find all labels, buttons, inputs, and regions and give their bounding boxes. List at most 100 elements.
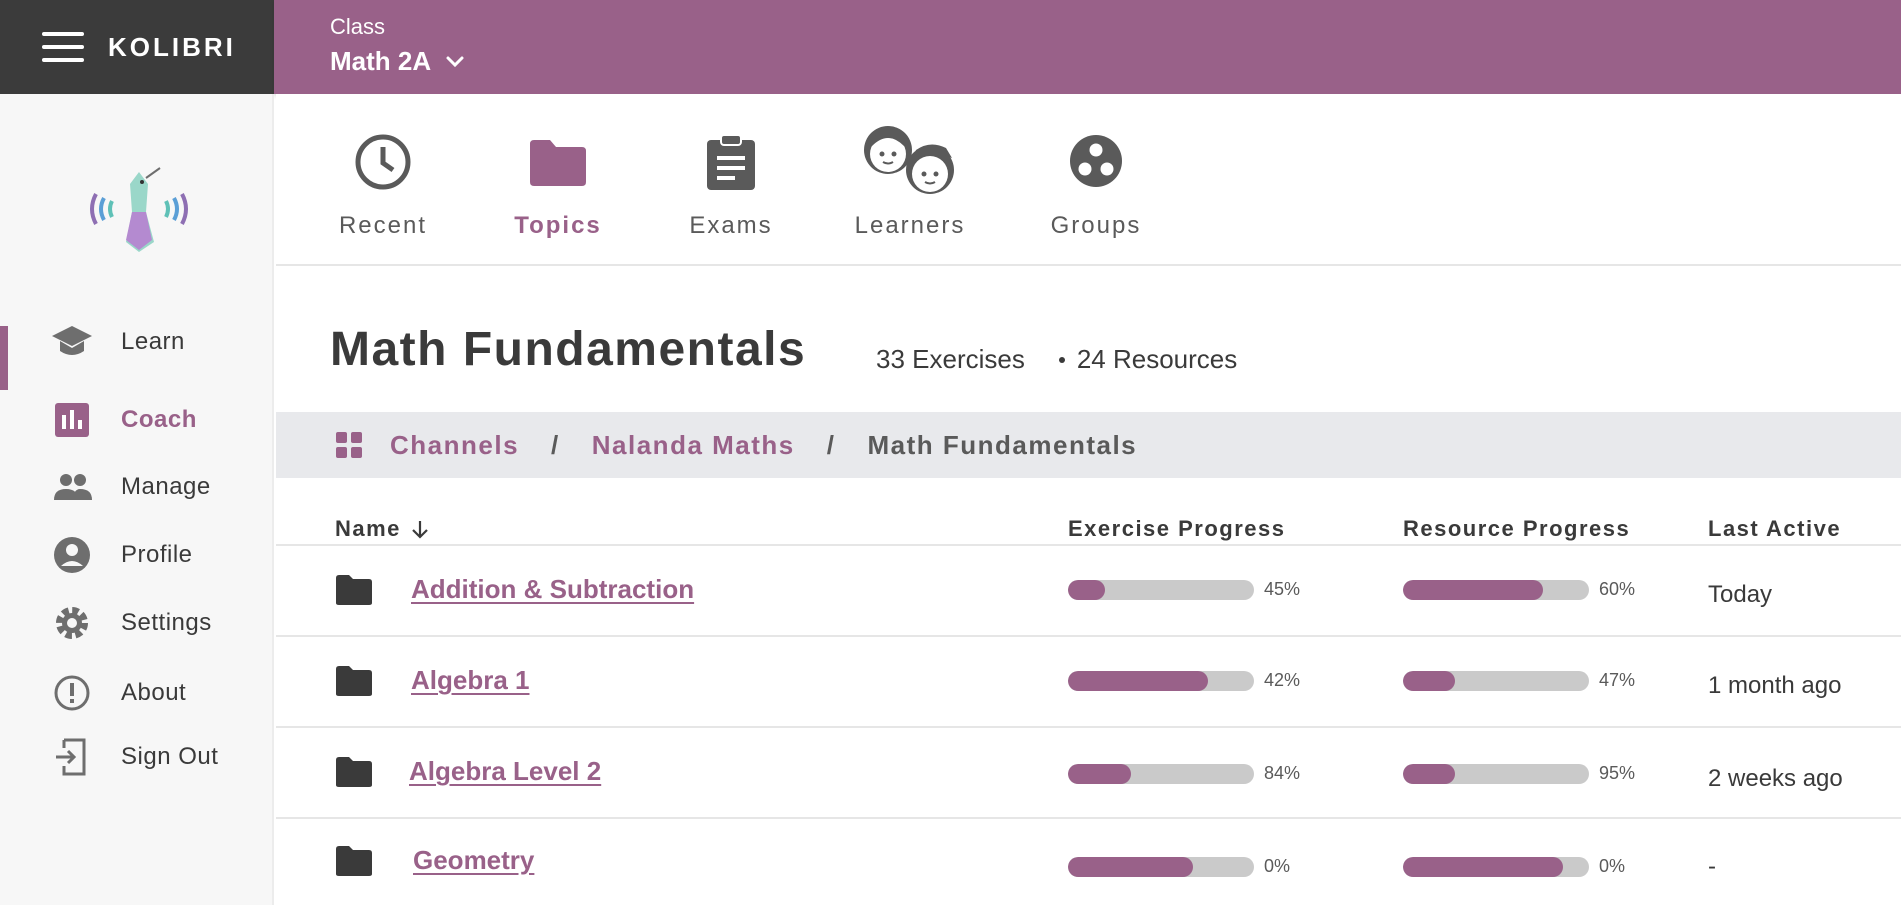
people-icon [52, 467, 92, 507]
tab-exams[interactable]: Exams [681, 94, 781, 266]
brand-name: KOLIBRI [108, 31, 236, 62]
progress-fill [1068, 580, 1106, 600]
coach-tabs: Recent Topics Exams Learners Groups [276, 94, 1901, 266]
menu-icon[interactable] [42, 32, 84, 62]
table-row: Algebra Level 2 84% 95% 2 weeks ago [276, 728, 1901, 819]
exercise-progress-bar [1068, 671, 1254, 691]
sidebar-item-about[interactable]: About [0, 665, 272, 721]
sidebar-item-profile[interactable]: Profile [0, 527, 272, 583]
exclamation-circle-icon [52, 673, 92, 713]
logout-icon [52, 737, 92, 777]
resource-progress-value: 95% [1599, 763, 1636, 783]
table-header: Name Exercise Progress Resource Progress… [276, 500, 1901, 546]
progress-fill [1403, 580, 1543, 600]
tab-label: Learners [854, 212, 966, 239]
resource-progress-value: 0% [1599, 856, 1626, 876]
resource-progress-value: 60% [1599, 579, 1636, 599]
sort-arrow-down-icon [412, 521, 428, 539]
class-selector[interactable]: Math 2A [330, 46, 465, 77]
exercise-progress-value: 45% [1264, 579, 1301, 599]
sidebar-item-label: Profile [121, 541, 193, 568]
sidebar-item-manage[interactable]: Manage [0, 459, 272, 515]
progress-fill [1403, 671, 1456, 691]
last-active-value: Today [1708, 581, 1773, 608]
sidebar-item-label: Learn [121, 328, 185, 355]
class-name: Math 2A [330, 46, 432, 76]
resource-count: 24 Resources [1076, 344, 1238, 374]
sidebar-item-settings[interactable]: Settings [0, 595, 272, 651]
breadcrumb-channels[interactable]: Channels [390, 430, 519, 461]
exercise-progress-bar [1068, 764, 1254, 784]
sidebar: Learn Coach Manage Profile Settings Abou… [0, 94, 274, 905]
table-row: Geometry 0% 0% - [276, 819, 1901, 905]
folder-icon [336, 575, 372, 605]
clock-icon [328, 134, 438, 194]
chevron-down-icon [446, 56, 464, 67]
tab-learners[interactable]: Learners [852, 94, 968, 266]
sidebar-item-coach[interactable]: Coach [0, 392, 272, 448]
topic-link[interactable]: Addition & Subtraction [411, 574, 694, 605]
topic-link[interactable]: Algebra Level 2 [409, 756, 601, 787]
column-label: Name [335, 516, 401, 541]
breadcrumb-channel[interactable]: Nalanda Maths [592, 430, 795, 461]
folder-icon [503, 134, 613, 194]
topic-link[interactable]: Geometry [413, 845, 534, 876]
last-active-value: 1 month ago [1708, 672, 1842, 699]
table-row: Addition & Subtraction 45% 60% Today [276, 546, 1901, 637]
exercise-progress-value: 42% [1264, 670, 1301, 690]
tab-label: Groups [1050, 212, 1142, 239]
tab-label: Exams [689, 212, 773, 239]
topic-link[interactable]: Algebra 1 [411, 665, 530, 696]
table-row: Algebra 1 42% 47% 1 month ago [276, 637, 1901, 728]
bar-chart-icon [52, 400, 92, 440]
gear-icon [52, 603, 92, 643]
exercise-progress-bar [1068, 580, 1254, 600]
column-header-resource-progress[interactable]: Resource Progress [1403, 516, 1630, 542]
resource-progress-bar [1403, 671, 1589, 691]
tab-recent[interactable]: Recent [328, 94, 438, 266]
class-label: Class [330, 14, 386, 39]
sidebar-item-label: Manage [121, 473, 211, 500]
tab-groups[interactable]: Groups [1046, 94, 1146, 266]
sidebar-item-label: Coach [121, 406, 197, 433]
person-circle-icon [52, 535, 92, 575]
grid-icon [336, 432, 362, 458]
resource-progress-bar [1403, 580, 1589, 600]
folder-icon [336, 846, 372, 876]
sidebar-item-label: About [121, 679, 187, 706]
graduation-cap-icon [52, 322, 92, 362]
sidebar-item-sign-out[interactable]: Sign Out [0, 729, 272, 785]
topic-counts: 33 Exercises 24 Resources [876, 344, 1237, 375]
progress-fill [1403, 764, 1456, 784]
clipboard-icon [676, 134, 786, 194]
separator-dot [1058, 356, 1065, 363]
kolibri-logo [90, 167, 188, 252]
progress-fill [1068, 764, 1132, 784]
sidebar-item-label: Settings [121, 609, 212, 636]
last-active-value: - [1708, 853, 1716, 880]
groups-icon [1041, 134, 1151, 194]
column-header-last-active[interactable]: Last Active [1708, 516, 1841, 542]
sidebar-item-learn[interactable]: Learn [0, 314, 272, 370]
breadcrumb-separator: / [551, 429, 560, 460]
app-bar-brand-area: KOLIBRI [0, 0, 274, 94]
progress-fill [1403, 857, 1563, 877]
resource-progress-value: 47% [1599, 670, 1636, 690]
exercise-progress-bar [1068, 857, 1254, 877]
progress-fill [1068, 671, 1208, 691]
folder-icon [336, 757, 372, 787]
exercise-progress-value: 84% [1264, 763, 1301, 783]
app-bar: Class Math 2A [274, 0, 1901, 94]
page-title: Math Fundamentals [330, 323, 807, 376]
resource-progress-bar [1403, 764, 1589, 784]
column-header-exercise-progress[interactable]: Exercise Progress [1068, 516, 1286, 542]
learners-faces-icon [852, 126, 968, 194]
exercise-progress-value: 0% [1264, 856, 1291, 876]
sidebar-item-label: Sign Out [121, 743, 219, 770]
progress-fill [1068, 857, 1193, 877]
last-active-value: 2 weeks ago [1708, 765, 1843, 792]
column-header-name[interactable]: Name [335, 516, 429, 542]
exercise-count: 33 Exercises [876, 344, 1025, 374]
tab-topics[interactable]: Topics [508, 94, 608, 266]
breadcrumb-separator: / [826, 429, 836, 460]
